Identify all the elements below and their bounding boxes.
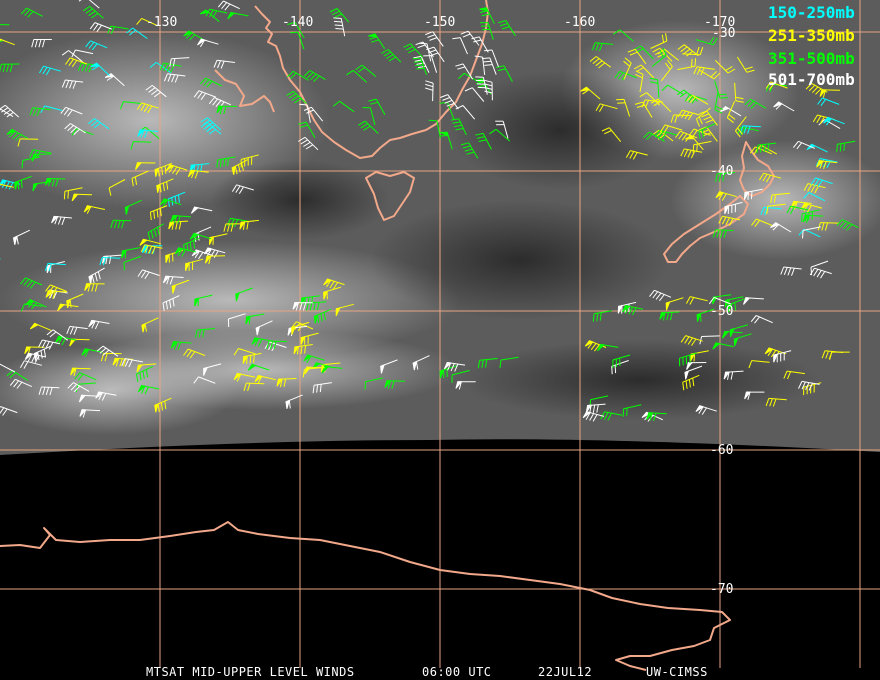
legend-351-500: 351-500mb: [768, 49, 855, 68]
lat-label-30: -30: [712, 26, 735, 41]
lat-label-50: -50: [710, 304, 733, 319]
caption-source: UW-CIMSS: [646, 665, 708, 679]
lat-label-60: -60: [710, 443, 733, 458]
lon-label-130: -130: [146, 15, 177, 30]
wind-map: -130 -140 -150 -160 -170 -30 -40 -50 -60…: [0, 0, 880, 680]
lon-label-150: -150: [424, 15, 455, 30]
legend-501-700: 501-700mb: [768, 70, 855, 89]
caption-time: 06:00 UTC: [422, 665, 492, 679]
lat-label-70: -70: [710, 582, 733, 597]
legend-150-250: 150-250mb: [768, 3, 855, 22]
caption-date: 22JUL12: [538, 665, 592, 679]
lat-label-40: -40: [710, 164, 733, 179]
lon-label-140: -140: [282, 15, 313, 30]
caption-product: MTSAT MID-UPPER LEVEL WINDS: [146, 665, 355, 679]
lon-label-160: -160: [564, 15, 595, 30]
legend-251-350: 251-350mb: [768, 26, 855, 45]
